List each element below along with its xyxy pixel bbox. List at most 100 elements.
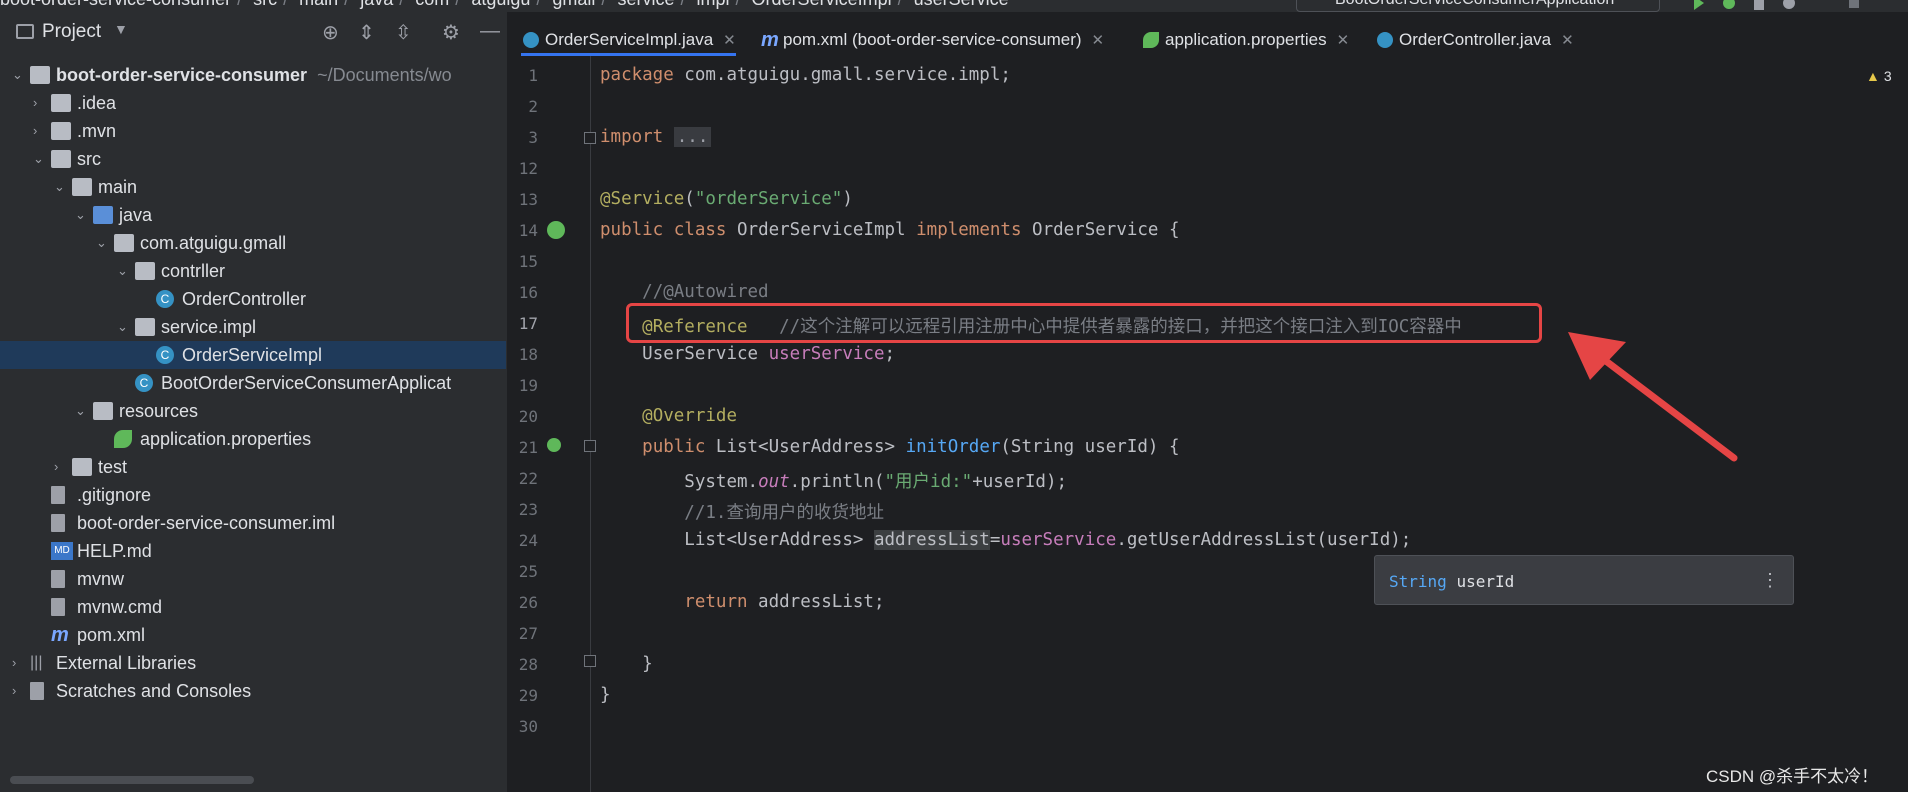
chevron-down-icon[interactable]: ▼ xyxy=(114,21,128,37)
coverage-icon[interactable] xyxy=(1750,0,1768,10)
tab-label: pom.xml (boot-order-service-consumer) xyxy=(783,30,1082,49)
tree-item-path: ~/Documents/wo xyxy=(317,65,452,85)
tree-item[interactable]: › .mvn xyxy=(0,117,506,145)
spring-bean-gutter-icon[interactable] xyxy=(547,221,565,239)
chevron-right-icon[interactable]: › xyxy=(33,117,47,145)
collapse-all-icon[interactable]: ⇳ xyxy=(395,20,412,45)
folded-imports[interactable]: ... xyxy=(673,127,712,147)
tree-item[interactable]: C BootOrderServiceConsumerApplicat xyxy=(0,369,506,397)
profile-icon[interactable] xyxy=(1780,0,1798,10)
chevron-down-icon[interactable]: ⌄ xyxy=(117,313,131,341)
fold-marker-icon[interactable] xyxy=(584,655,596,667)
breadcrumb-item[interactable]: com xyxy=(415,0,449,9)
terminal-file-icon xyxy=(51,598,65,616)
locate-icon[interactable]: ⊕ xyxy=(322,20,339,45)
fold-marker-icon[interactable] xyxy=(584,440,596,452)
tree-item[interactable]: m pom.xml xyxy=(0,621,506,649)
tree-item[interactable]: C OrderController xyxy=(0,285,506,313)
implements-gutter-icon[interactable] xyxy=(547,438,561,452)
chevron-down-icon[interactable]: ⌄ xyxy=(75,201,89,229)
breadcrumb-item[interactable]: boot-order-service-consumer xyxy=(0,0,231,9)
code-line-21: public List<UserAddress> initOrder(Strin… xyxy=(642,437,1180,457)
run-configuration-select[interactable]: BootOrderServiceConsumerApplication xyxy=(1296,0,1660,12)
chevron-down-icon[interactable]: ⌄ xyxy=(54,173,68,201)
tree-item[interactable]: ⌄ service.impl xyxy=(0,313,506,341)
chevron-right-icon[interactable]: › xyxy=(12,649,26,677)
code-line-18: UserService userService; xyxy=(642,344,896,364)
line-number: 16 xyxy=(518,283,538,302)
hide-panel-icon[interactable]: — xyxy=(480,20,500,43)
close-icon[interactable]: ✕ xyxy=(723,32,736,49)
editor-tab[interactable]: OrderController.java ✕ xyxy=(1375,24,1574,56)
project-folder-icon xyxy=(16,24,34,39)
breadcrumb-item[interactable]: java xyxy=(360,0,393,9)
line-number: 22 xyxy=(518,469,538,488)
class-icon: C xyxy=(156,346,174,364)
tree-item[interactable]: mvnw.cmd xyxy=(0,593,506,621)
breadcrumb-item[interactable]: main xyxy=(299,0,338,9)
chevron-right-icon[interactable]: › xyxy=(54,453,68,481)
chevron-down-icon[interactable]: ⌄ xyxy=(33,145,47,173)
tree-item[interactable]: ⌄ java xyxy=(0,201,506,229)
tree-item-label: .mvn xyxy=(77,121,117,141)
line-number: 13 xyxy=(518,190,538,209)
fold-marker-icon[interactable] xyxy=(584,132,596,144)
inspection-widget[interactable]: ▲ 3 xyxy=(1866,68,1892,84)
close-icon[interactable]: ✕ xyxy=(1561,32,1574,49)
chevron-down-icon[interactable]: ⌄ xyxy=(12,61,26,89)
breadcrumb-item[interactable]: service xyxy=(617,0,674,9)
tree-item[interactable]: .gitignore xyxy=(0,481,506,509)
tree-item[interactable]: ⌄ boot-order-service-consumer ~/Documents/… xyxy=(0,61,506,89)
tree-item[interactable]: ⌄ contrller xyxy=(0,257,506,285)
close-icon[interactable]: ✕ xyxy=(1092,32,1105,49)
package-icon xyxy=(135,262,155,280)
tree-item[interactable]: › test xyxy=(0,453,506,481)
editor-tab[interactable]: application.properties ✕ xyxy=(1141,24,1349,56)
debug-icon[interactable] xyxy=(1720,0,1738,10)
tree-item[interactable]: MD HELP.md xyxy=(0,537,506,565)
editor-tab[interactable]: OrderServiceImpl.java ✕ xyxy=(521,24,736,56)
project-panel-title[interactable]: Project xyxy=(42,21,101,43)
code-line-29: } xyxy=(600,685,611,705)
package-icon xyxy=(114,234,134,252)
source-folder-icon xyxy=(93,206,113,224)
tree-item[interactable]: › .idea xyxy=(0,89,506,117)
tree-item-label: External Libraries xyxy=(56,653,197,673)
chevron-right-icon[interactable]: › xyxy=(33,89,47,117)
folder-icon xyxy=(51,150,71,168)
line-number: 17 xyxy=(518,314,538,333)
breadcrumb-item[interactable]: gmall xyxy=(552,0,595,9)
tree-item[interactable]: ⌄ main xyxy=(0,173,506,201)
tree-item[interactable]: › Scratches and Consoles xyxy=(0,677,506,705)
tree-item[interactable]: C OrderServiceImpl xyxy=(0,341,506,369)
breadcrumb-item[interactable]: impl xyxy=(697,0,730,9)
more-options-icon[interactable]: ⋮ xyxy=(1761,570,1779,591)
breadcrumb-item[interactable]: userService xyxy=(914,0,1009,9)
tree-item-label: contrller xyxy=(161,261,226,281)
code-line-24: List<UserAddress> addressList=userServic… xyxy=(684,530,1412,550)
tree-item-label: boot-order-service-consumer.iml xyxy=(77,513,336,533)
breadcrumb-item[interactable]: atguigu xyxy=(471,0,530,9)
stop-icon[interactable] xyxy=(1845,0,1863,10)
tree-item[interactable]: › ||| External Libraries xyxy=(0,649,506,677)
tree-item[interactable]: application.properties xyxy=(0,425,506,453)
tree-item[interactable]: ⌄ com.atguigu.gmall xyxy=(0,229,506,257)
tree-item[interactable]: mvnw xyxy=(0,565,506,593)
gear-icon[interactable]: ⚙ xyxy=(442,20,460,45)
close-icon[interactable]: ✕ xyxy=(1337,32,1350,49)
breadcrumb-item[interactable]: OrderServiceImpl xyxy=(752,0,892,9)
tree-item[interactable]: ⌄ src xyxy=(0,145,506,173)
breadcrumb-item[interactable]: src xyxy=(253,0,277,9)
chevron-down-icon[interactable]: ⌄ xyxy=(75,397,89,425)
markdown-icon: MD xyxy=(51,542,73,560)
chevron-down-icon[interactable]: ⌄ xyxy=(96,229,110,257)
tree-item[interactable]: ⌄ resources xyxy=(0,397,506,425)
line-number: 12 xyxy=(518,159,538,178)
expand-all-icon[interactable]: ⇕ xyxy=(358,20,375,45)
tree-item[interactable]: boot-order-service-consumer.iml xyxy=(0,509,506,537)
chevron-down-icon[interactable]: ⌄ xyxy=(117,257,131,285)
editor-tab[interactable]: m pom.xml (boot-order-service-consumer) ✕ xyxy=(759,24,1104,56)
chevron-right-icon[interactable]: › xyxy=(12,677,26,705)
run-icon[interactable] xyxy=(1690,0,1708,10)
horizontal-scrollbar[interactable] xyxy=(10,776,254,784)
